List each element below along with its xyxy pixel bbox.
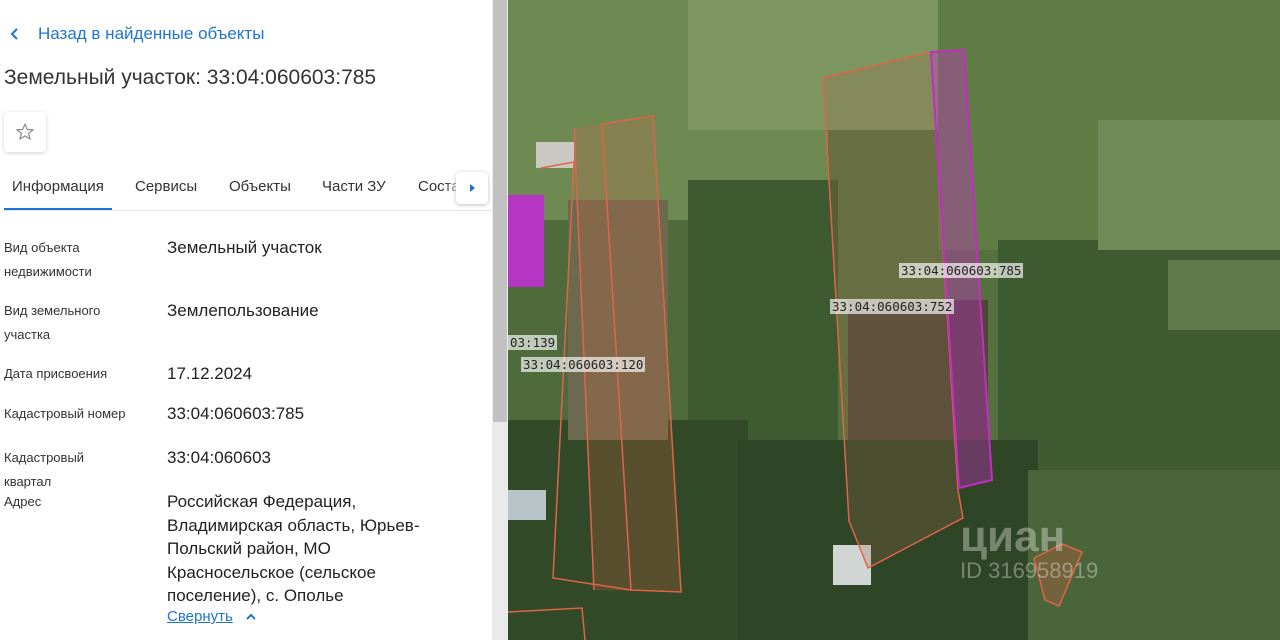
page-title: Земельный участок: 33:04:060603:785 xyxy=(4,66,377,89)
collapse-address-link[interactable]: Свернуть xyxy=(167,608,257,625)
collapse-label: Свернуть xyxy=(167,608,233,625)
detail-value: 33:04:060603:785 xyxy=(167,404,305,423)
detail-value: 33:04:060603 xyxy=(167,448,271,467)
detail-label: Адрес xyxy=(4,494,42,509)
star-icon xyxy=(16,123,34,140)
back-link-label: Назад в найденные объекты xyxy=(38,24,265,43)
detail-value: Землепользование xyxy=(167,301,319,320)
detail-label: Кадастровый номер xyxy=(4,406,126,421)
tab-information[interactable]: Информация xyxy=(4,166,112,210)
detail-label: Вид земельного участка xyxy=(4,303,101,342)
detail-value: 17.12.2024 xyxy=(167,364,253,383)
detail-row-cadastral-number: Кадастровый номер 33:04:060603:785 xyxy=(4,402,474,428)
object-info-panel: Назад в найденные объекты Земельный учас… xyxy=(0,0,492,640)
watermark-logo: циан xyxy=(960,512,1066,561)
satellite-imagery xyxy=(508,0,1280,640)
detail-label: Вид объекта недвижимости xyxy=(4,240,92,279)
tab-bar: Информация Сервисы Объекты Части ЗУ Сост… xyxy=(4,166,492,211)
chevron-left-icon xyxy=(10,28,18,40)
detail-row-cadastral-quarter: Кадастровый квартал 33:04:060603 xyxy=(4,446,474,489)
caret-right-icon xyxy=(470,184,475,192)
tabs-scroll-right-button[interactable] xyxy=(456,172,488,204)
tab-land-parts[interactable]: Части ЗУ xyxy=(322,166,386,208)
detail-label: Дата присвоения xyxy=(4,366,108,381)
scrollbar-thumb[interactable] xyxy=(493,0,507,422)
detail-value: Российская Федерация, Владимирская облас… xyxy=(167,492,420,605)
detail-row-object-type: Вид объекта недвижимости Земельный участ… xyxy=(4,236,474,286)
detail-row-land-type: Вид земельного участка Землепользование xyxy=(4,299,474,349)
panel-scrollbar[interactable] xyxy=(492,0,508,640)
parcel-label: 33:04:060603:120 xyxy=(521,357,646,372)
chevron-up-icon xyxy=(246,613,256,620)
back-to-results-link[interactable]: Назад в найденные объекты xyxy=(8,24,264,44)
parcel-label: 33:04:060603:752 xyxy=(830,299,955,314)
tab-objects[interactable]: Объекты xyxy=(229,166,291,208)
watermark-id: ID 316958919 xyxy=(960,558,1099,583)
detail-row-address: Адрес Российская Федерация, Владимирская… xyxy=(4,490,474,608)
detail-row-assign-date: Дата присвоения 17.12.2024 xyxy=(4,362,474,388)
parcel-label: 03:139 xyxy=(508,335,558,350)
detail-value: Земельный участок xyxy=(167,238,322,257)
favorite-button[interactable] xyxy=(4,112,46,152)
satellite-map[interactable]: 33:04:060603:785 33:04:060603:752 33:04:… xyxy=(508,0,1280,640)
tab-services[interactable]: Сервисы xyxy=(135,166,197,208)
detail-label: Кадастровый квартал xyxy=(4,450,85,489)
parcel-label: 33:04:060603:785 xyxy=(899,263,1024,278)
